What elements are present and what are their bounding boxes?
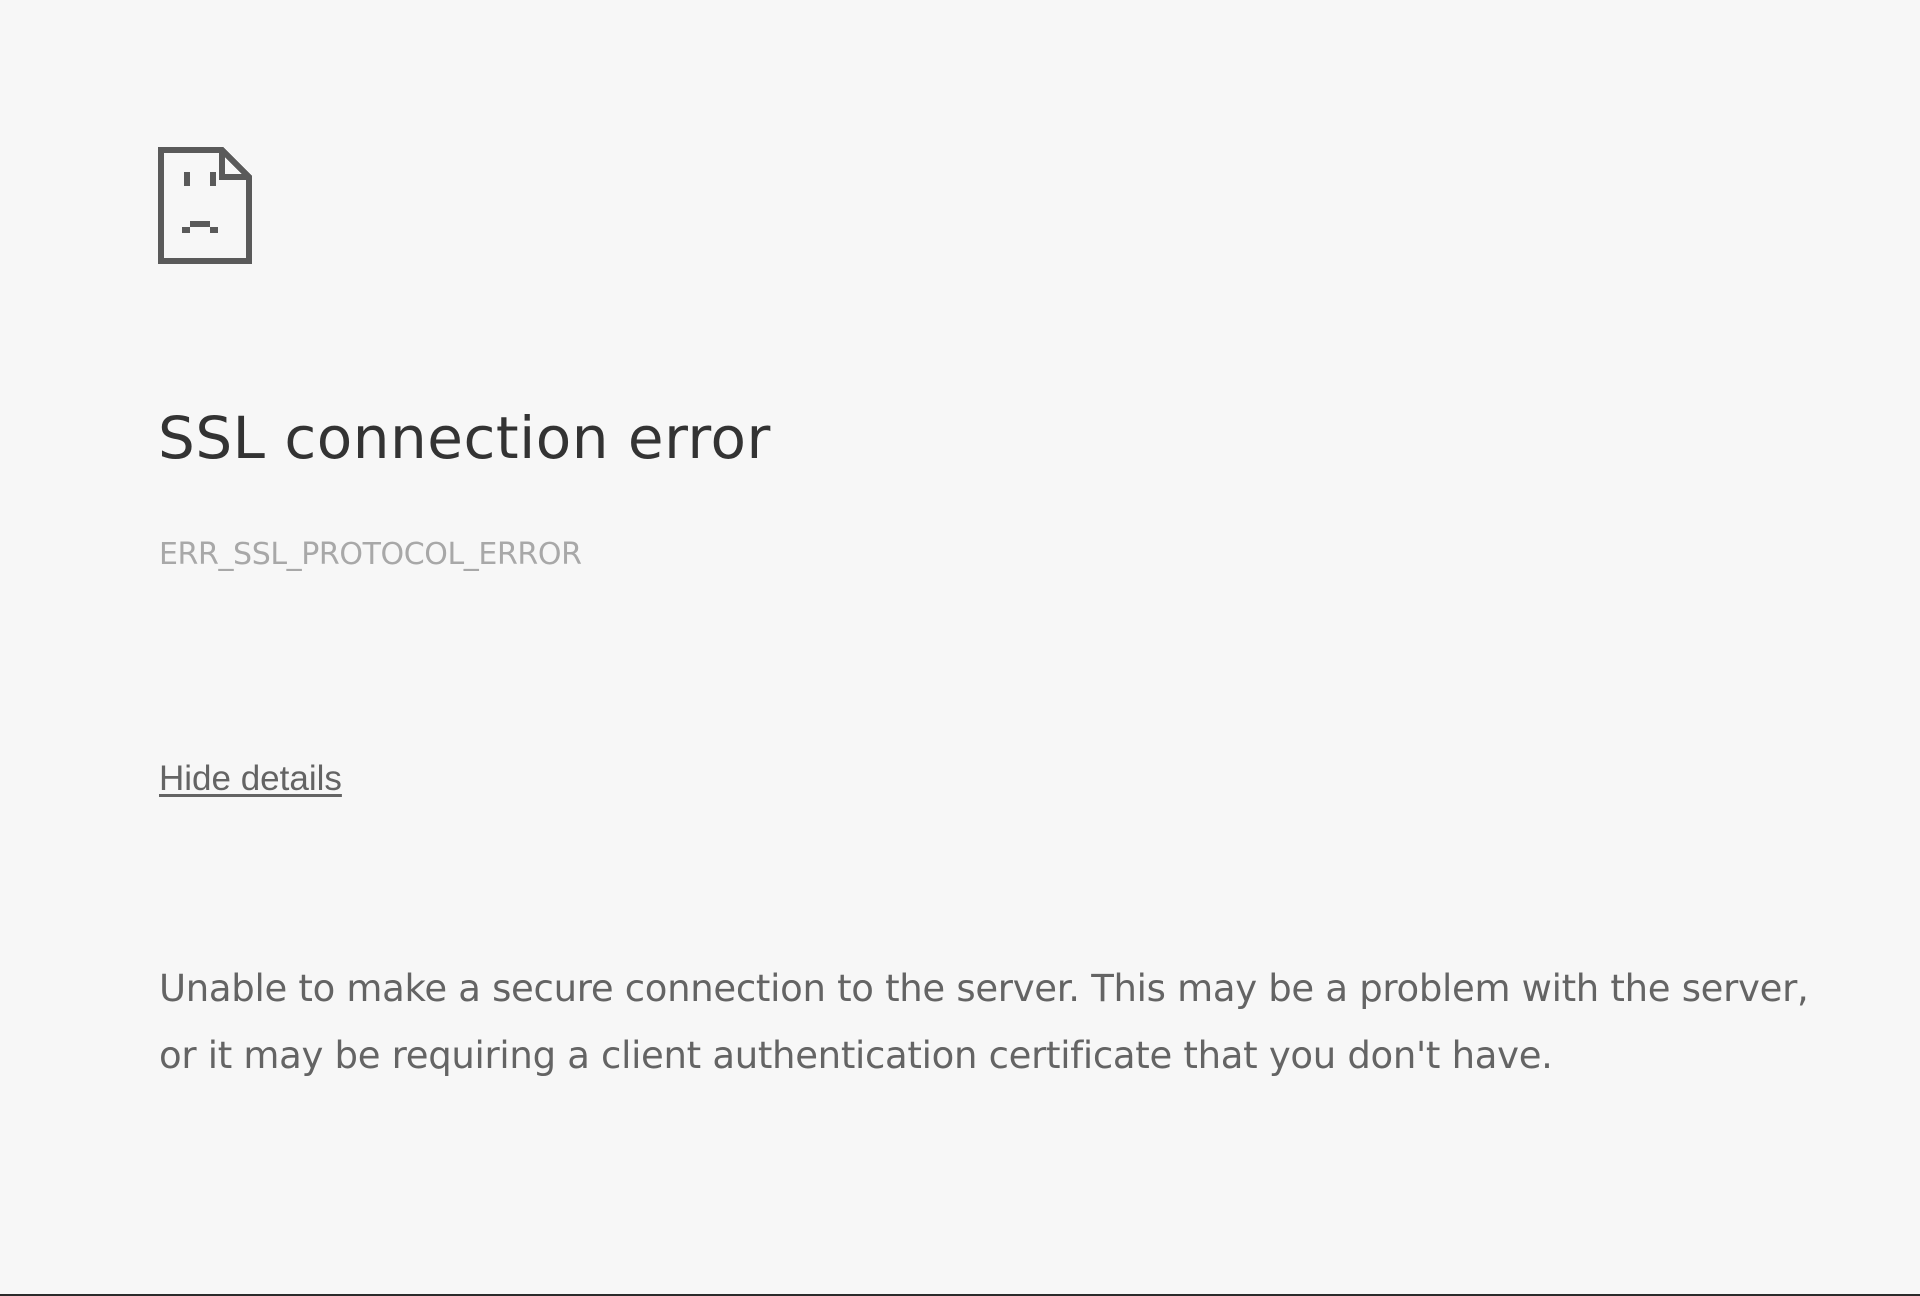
page-title: SSL connection error [158, 404, 771, 472]
error-page: SSL connection error ERR_SSL_PROTOCOL_ER… [0, 0, 1920, 1294]
explanation-line: Unable to make a secure connection to th… [159, 967, 1809, 1010]
error-code: ERR_SSL_PROTOCOL_ERROR [159, 537, 582, 572]
hide-details-link[interactable]: Hide details [159, 758, 342, 800]
error-explanation: Unable to make a secure connection to th… [159, 955, 1859, 1089]
explanation-line: or it may be requiring a client authenti… [159, 1034, 1553, 1077]
sad-page-icon [158, 147, 252, 264]
